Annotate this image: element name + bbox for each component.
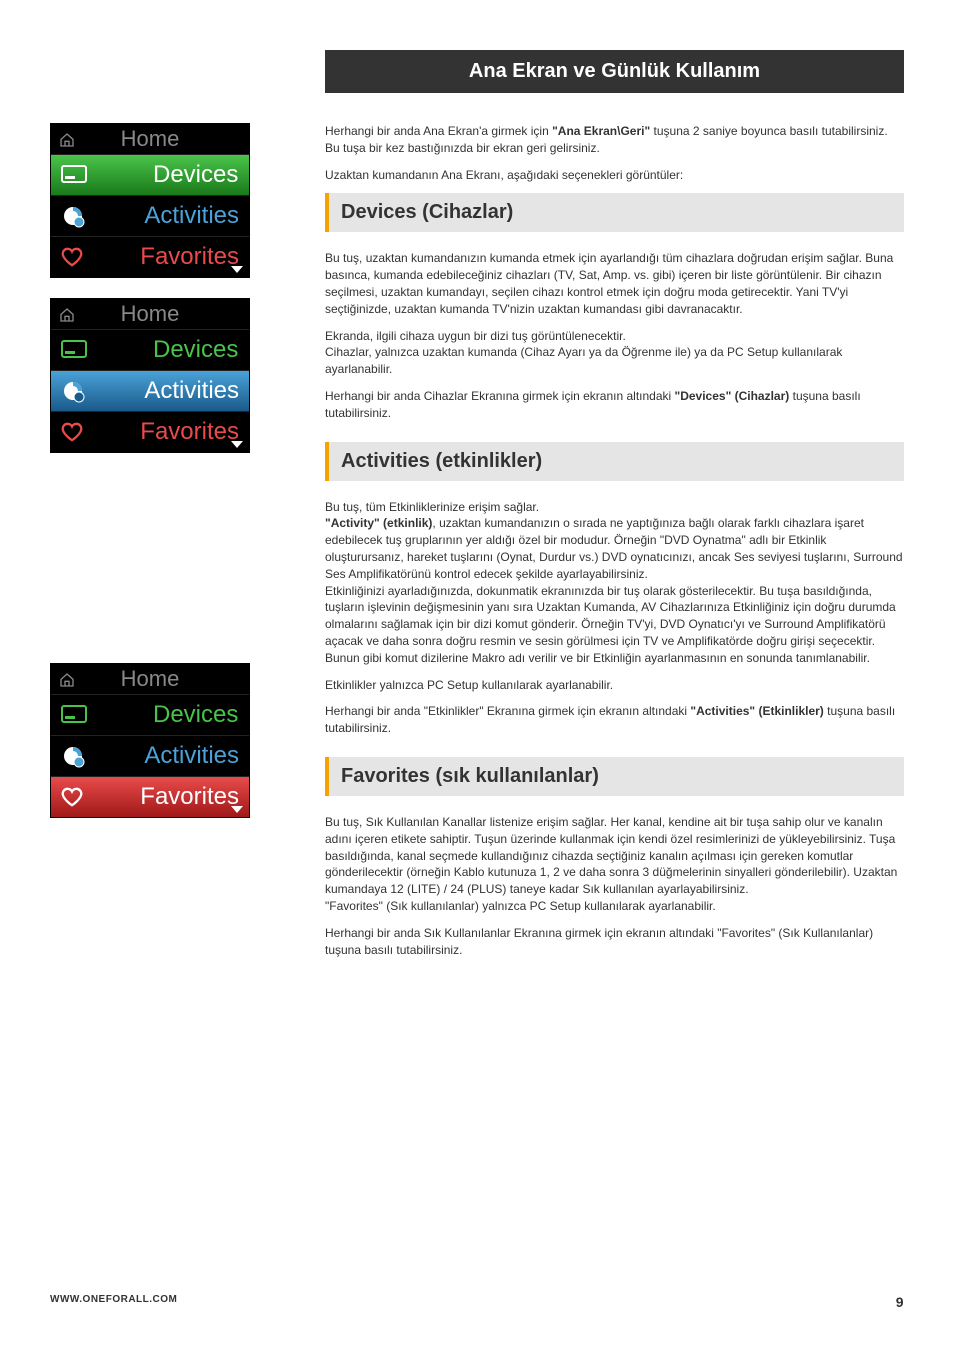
remote-devices-label: Devices — [153, 336, 239, 364]
remote-activities-row: Activities — [51, 735, 249, 776]
favorites-p3: Herhangi bir anda Sık Kullanılanlar Ekra… — [325, 925, 904, 959]
remote-activities-label: Activities — [144, 742, 239, 770]
favorites-p1: Bu tuş, Sık Kullanılan Kanallar listeniz… — [325, 814, 904, 898]
activities-p5: Herhangi bir anda "Etkinlikler" Ekranına… — [325, 703, 904, 737]
remote-devices-row: Devices — [51, 694, 249, 735]
heart-icon — [61, 785, 134, 809]
remote-screenshot-devices: Home Devices Activities Favorites — [50, 123, 250, 278]
section-body-favorites: Bu tuş, Sık Kullanılan Kanallar listeniz… — [325, 814, 904, 958]
remote-favorites-row-active: Favorites — [51, 776, 249, 817]
remote-activities-label: Activities — [144, 202, 239, 230]
remote-home-header: Home — [51, 124, 249, 154]
activities-icon — [61, 744, 138, 768]
remote-devices-row-active: Devices — [51, 154, 249, 195]
section-title-devices: Devices (Cihazlar) — [325, 193, 904, 232]
home-icon — [59, 303, 75, 329]
activities-icon — [61, 204, 138, 228]
activities-icon — [61, 379, 138, 403]
intro-paragraph-2: Uzaktan kumandanın Ana Ekranı, aşağıdaki… — [325, 167, 904, 184]
heart-icon — [61, 420, 134, 444]
section-body-devices: Bu tuş, uzaktan kumandanızın kumanda etm… — [325, 250, 904, 421]
page-footer: WWW.ONEFORALL.COM 9 — [50, 1294, 904, 1310]
remote-devices-row: Devices — [51, 329, 249, 370]
chevron-down-icon — [231, 266, 243, 273]
intro-paragraph-1: Herhangi bir anda Ana Ekran'a girmek içi… — [325, 123, 904, 157]
remote-activities-row-active: Activities — [51, 370, 249, 411]
heart-icon — [61, 245, 134, 269]
section-title-favorites: Favorites (sık kullanılanlar) — [325, 757, 904, 796]
remote-home-label: Home — [121, 666, 180, 691]
remote-home-header: Home — [51, 664, 249, 694]
remote-screenshot-activities: Home Devices Activities Favorites — [50, 298, 250, 453]
remote-home-header: Home — [51, 299, 249, 329]
activities-p3: Etkinliğinizi ayarladığınızda, dokunmati… — [325, 583, 904, 667]
chevron-down-icon — [231, 441, 243, 448]
devices-p3: Cihazlar, yalnızca uzaktan kumanda (Ciha… — [325, 344, 904, 378]
footer-page-number: 9 — [896, 1294, 904, 1310]
remote-favorites-row: Favorites — [51, 411, 249, 452]
remote-favorites-label: Favorites — [140, 783, 239, 811]
remote-favorites-label: Favorites — [140, 418, 239, 446]
right-column: Herhangi bir anda Ana Ekran'a girmek içi… — [325, 123, 904, 978]
remote-activities-row: Activities — [51, 195, 249, 236]
page-header: Ana Ekran ve Günlük Kullanım — [325, 50, 904, 93]
remote-activities-label: Activities — [144, 377, 239, 405]
activities-p4: Etkinlikler yalnızca PC Setup kullanılar… — [325, 677, 904, 694]
section-body-activities: Bu tuş, tüm Etkinliklerinize erişim sağl… — [325, 499, 904, 737]
devices-icon — [61, 163, 147, 187]
footer-url: WWW.ONEFORALL.COM — [50, 1294, 177, 1310]
section-title-activities: Activities (etkinlikler) — [325, 442, 904, 481]
remote-devices-label: Devices — [153, 701, 239, 729]
left-column: Home Devices Activities Favorites — [50, 123, 295, 978]
remote-home-label: Home — [121, 301, 180, 326]
remote-favorites-row: Favorites — [51, 236, 249, 277]
home-icon — [59, 668, 75, 694]
chevron-down-icon — [231, 806, 243, 813]
devices-p1: Bu tuş, uzaktan kumandanızın kumanda etm… — [325, 250, 904, 317]
devices-p2: Ekranda, ilgili cihaza uygun bir dizi tu… — [325, 328, 904, 345]
home-icon — [59, 128, 75, 154]
activities-p2: "Activity" (etkinlik), uzaktan kumandanı… — [325, 515, 904, 582]
activities-p1: Bu tuş, tüm Etkinliklerinize erişim sağl… — [325, 499, 904, 516]
remote-home-label: Home — [121, 126, 180, 151]
remote-devices-label: Devices — [153, 161, 239, 189]
devices-icon — [61, 703, 147, 727]
remote-screenshot-favorites: Home Devices Activities Favorites — [50, 663, 250, 818]
favorites-p2: "Favorites" (Sık kullanılanlar) yalnızca… — [325, 898, 904, 915]
devices-icon — [61, 338, 147, 362]
devices-p4: Herhangi bir anda Cihazlar Ekranına girm… — [325, 388, 904, 422]
remote-favorites-label: Favorites — [140, 243, 239, 271]
